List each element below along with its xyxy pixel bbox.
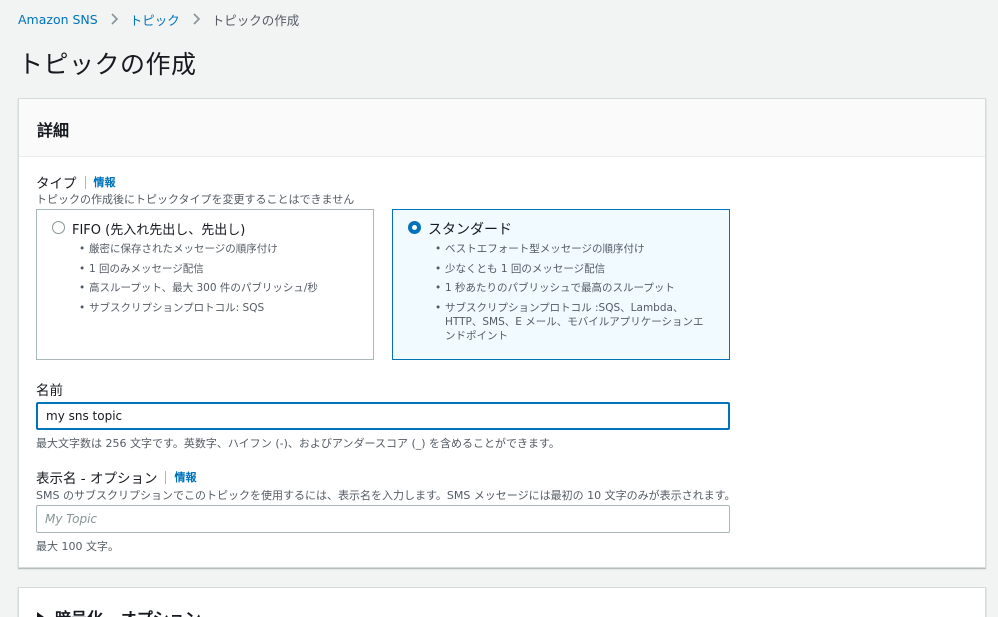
breadcrumb-current: トピックの作成 <box>211 12 300 28</box>
list-item: 1 回のみメッセージ配信 <box>79 262 353 276</box>
breadcrumb-sns-link[interactable]: Amazon SNS <box>18 12 98 27</box>
display-name-label-row: 表示名 - オプション 情報 <box>36 467 196 487</box>
type-label: タイプ <box>36 176 77 192</box>
divider <box>84 175 86 189</box>
encryption-heading: 暗号化 - オプション <box>55 605 201 617</box>
chevron-right-icon <box>107 12 121 26</box>
standard-features: ベストエフォート型メッセージの順序付け 少なくとも 1 回のメッセージ配信 1 … <box>435 242 709 348</box>
list-item: サブスクリプションプロトコル: SQS <box>79 301 353 315</box>
breadcrumb: Amazon SNS トピック トピックの作成 <box>18 10 299 28</box>
list-item: 厳密に保存されたメッセージの順序付け <box>79 242 353 256</box>
fifo-title: FIFO (先入れ先出し、先出し) <box>72 223 246 238</box>
type-info-link[interactable]: 情報 <box>94 174 116 190</box>
display-name-info-link[interactable]: 情報 <box>174 469 196 485</box>
page-title: トピックの作成 <box>18 50 197 79</box>
fifo-radio[interactable] <box>52 221 65 234</box>
chevron-right-icon <box>189 12 203 26</box>
details-heading: 詳細 <box>37 121 70 140</box>
fifo-features: 厳密に保存されたメッセージの順序付け 1 回のみメッセージ配信 高スループット、… <box>79 242 353 320</box>
list-item: サブスクリプションプロトコル :SQS、Lambda、HTTP、SMS、E メー… <box>435 301 709 343</box>
standard-radio[interactable] <box>408 221 421 234</box>
divider <box>165 470 167 484</box>
type-option-fifo[interactable]: FIFO (先入れ先出し、先出し) 厳密に保存されたメッセージの順序付け 1 回… <box>36 209 374 360</box>
details-panel: 詳細 タイプ 情報 トピックの作成後にトピックタイプを変更することはできません … <box>18 98 986 568</box>
type-description: トピックの作成後にトピックタイプを変更することはできません <box>36 193 355 206</box>
list-item: 高スループット、最大 300 件のパブリッシュ/秒 <box>79 281 353 295</box>
breadcrumb-topics-link[interactable]: トピック <box>130 10 180 29</box>
list-item: ベストエフォート型メッセージの順序付け <box>435 242 709 256</box>
display-name-description: SMS のサブスクリプションでこのトピックを使用するには、表示名を入力します。S… <box>36 489 736 502</box>
display-name-constraint: 最大 100 文字。 <box>36 540 119 553</box>
list-item: 1 秒あたりのパブリッシュで最高のスループット <box>435 281 709 295</box>
encryption-panel: 暗号化 - オプション <box>18 587 986 617</box>
display-name-input[interactable] <box>36 505 730 533</box>
details-panel-header: 詳細 <box>19 99 985 157</box>
name-label-row: 名前 <box>36 379 63 399</box>
type-label-row: タイプ 情報 <box>36 172 116 192</box>
name-label: 名前 <box>36 383 63 399</box>
name-input[interactable] <box>36 402 730 430</box>
caret-right-icon <box>37 612 44 617</box>
display-name-label: 表示名 - オプション <box>36 471 158 487</box>
type-option-standard[interactable]: スタンダード ベストエフォート型メッセージの順序付け 少なくとも 1 回のメッセ… <box>392 209 730 360</box>
encryption-expander[interactable]: 暗号化 - オプション <box>35 605 201 617</box>
standard-title: スタンダード <box>428 222 512 238</box>
name-constraint: 最大文字数は 256 文字です。英数字、ハイフン (-)、およびアンダースコア … <box>36 437 560 450</box>
list-item: 少なくとも 1 回のメッセージ配信 <box>435 262 709 276</box>
